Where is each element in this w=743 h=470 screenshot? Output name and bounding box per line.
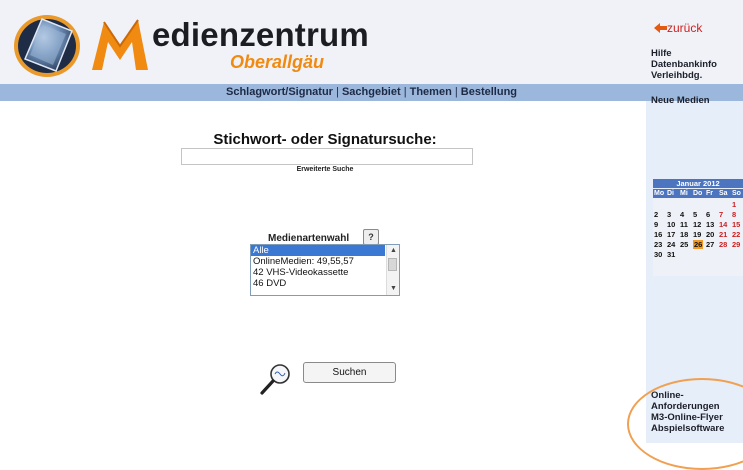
media-option-dvd[interactable]: 46 DVD (251, 278, 385, 289)
calendar-day[interactable]: 21 (719, 230, 727, 239)
calendar-day[interactable]: 28 (719, 240, 727, 249)
magnifier-m3-icon (260, 364, 290, 395)
calendar-day[interactable]: 12 (693, 220, 701, 229)
sidebar-link-datenbankinfo[interactable]: Datenbankinfo (651, 59, 717, 70)
nav-separator: | (336, 86, 339, 98)
calendar-weekday: Fr (706, 190, 713, 197)
back-link[interactable]: zurück (654, 21, 702, 35)
nav-item-sachgebiet[interactable]: Sachgebiet (342, 86, 401, 98)
calendar-day[interactable]: 26 (693, 240, 704, 249)
calendar-day[interactable]: 25 (680, 240, 688, 249)
main-nav: Schlagwort/Signatur | Sachgebiet | Theme… (0, 84, 743, 101)
scroll-down-icon[interactable]: ▼ (390, 285, 397, 293)
nav-item-themen[interactable]: Themen (410, 86, 452, 98)
listbox-scrollbar[interactable]: ▲ ▼ (386, 245, 399, 295)
sidebar-links: Hilfe Datenbankinfo Verleihbdg. (651, 48, 717, 81)
main-content: Stichwort- oder Signatursuche: Erweitert… (0, 101, 646, 443)
calendar-day[interactable]: 14 (719, 220, 727, 229)
back-label: zurück (667, 21, 703, 35)
nav-item-bestellung[interactable]: Bestellung (461, 86, 517, 98)
calendar-day[interactable]: 20 (706, 230, 714, 239)
media-type-label: Medienartenwahl (268, 233, 350, 244)
calendar-day[interactable]: 23 (654, 240, 662, 249)
calendar-weekday: Mi (680, 190, 688, 197)
calendar-day[interactable]: 24 (667, 240, 675, 249)
nav-separator: | (454, 86, 458, 98)
calendar-day[interactable]: 1 (732, 200, 736, 209)
search-heading: Stichwort- oder Signatursuche: (213, 131, 437, 148)
media-option-vhs[interactable]: 42 VHS-Videokassette (251, 267, 385, 278)
calendar-day[interactable]: 4 (680, 210, 684, 219)
help-button[interactable]: ? (363, 229, 379, 245)
calendar-day[interactable]: 11 (680, 220, 688, 229)
calendar-day[interactable]: 16 (654, 230, 662, 239)
calendar-day[interactable]: 13 (706, 220, 714, 229)
search-input[interactable] (181, 148, 473, 165)
media-option-alle[interactable]: Alle (251, 245, 385, 256)
calendar-weekday: Di (667, 190, 674, 197)
calendar-day[interactable]: 17 (667, 230, 675, 239)
calendar-day[interactable]: 6 (706, 210, 710, 219)
scroll-up-icon[interactable]: ▲ (390, 247, 397, 255)
disc-logo-icon (14, 15, 80, 77)
calendar-grid: 1 2 3 4 5 6 7 8 9 10 11 12 13 14 15 16 17 18 19 20 21 22 23 24 2… (653, 198, 743, 276)
sidebar-link-neue-medien[interactable]: Neue Medien (651, 95, 710, 106)
calendar-day[interactable]: 19 (693, 230, 701, 239)
calendar-weekday-row: Mo Di Mi Do Fr Sa So (653, 189, 743, 198)
calendar-day[interactable]: 8 (732, 210, 736, 219)
media-option-online[interactable]: OnlineMedien: 49,55,57 (251, 256, 385, 267)
calendar-day[interactable]: 5 (693, 210, 697, 219)
arrow-left-icon (654, 23, 667, 33)
calendar-day[interactable]: 3 (667, 210, 671, 219)
advanced-search-link[interactable]: Erweiterte Suche (0, 166, 650, 173)
media-type-listbox[interactable]: Alle OnlineMedien: 49,55,57 42 VHS-Video… (250, 244, 400, 296)
calendar-weekday: Mo (654, 190, 665, 197)
nav-separator: | (403, 86, 407, 98)
brand-subtitle: Oberallgäu (230, 52, 325, 72)
calendar-month: Januar 2012 (653, 179, 743, 188)
calendar-weekday: Sa (719, 190, 728, 197)
calendar-day[interactable]: 9 (654, 220, 658, 229)
calendar-day[interactable]: 30 (654, 250, 662, 259)
search-submit-button[interactable]: Suchen (303, 362, 396, 383)
sidebar-link-verleih[interactable]: Verleihbdg. (651, 70, 717, 81)
calendar-day[interactable]: 2 (654, 210, 658, 219)
calendar-day[interactable]: 29 (732, 240, 740, 249)
calendar-weekday: So (732, 190, 741, 197)
calendar-weekday: Do (693, 190, 703, 197)
calendar-day[interactable]: 7 (719, 210, 723, 219)
calendar-day[interactable]: 18 (680, 230, 688, 239)
brand-title: edienzentrum (152, 16, 369, 53)
brand-m-logo-icon (92, 19, 148, 70)
nav-item-schlagwort[interactable]: Schlagwort/Signatur (226, 86, 333, 98)
scroll-thumb[interactable] (388, 258, 397, 271)
sidebar-link-hilfe[interactable]: Hilfe (651, 48, 717, 59)
calendar-day[interactable]: 27 (706, 240, 714, 249)
site-header: edienzentrum Oberallgäu (0, 0, 743, 84)
calendar-day[interactable]: 15 (732, 220, 740, 229)
calendar-day[interactable]: 10 (667, 220, 675, 229)
calendar-day[interactable]: 31 (667, 250, 675, 259)
calendar-day[interactable]: 22 (732, 230, 740, 239)
